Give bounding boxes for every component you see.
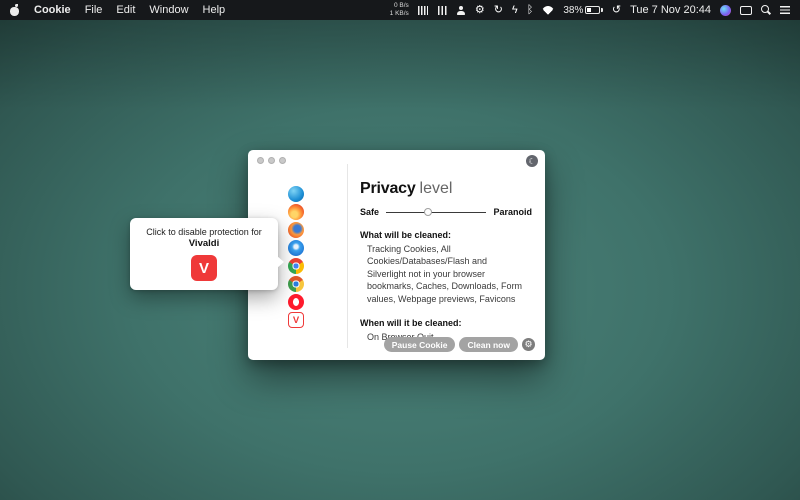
slider-label-paranoid: Paranoid xyxy=(493,207,532,217)
battery-percent: 38% xyxy=(563,5,583,16)
slider-thumb[interactable] xyxy=(424,208,432,216)
battery-indicator[interactable]: 38% xyxy=(563,5,603,16)
user-account-icon[interactable] xyxy=(457,6,466,15)
cleaned-heading: What will be cleaned: xyxy=(360,230,535,240)
gear-menu-icon[interactable]: ⚙ xyxy=(475,5,485,16)
sidebar-browser-chromium[interactable] xyxy=(288,276,304,292)
network-download: 1 KB/s xyxy=(390,10,409,18)
apple-menu-icon[interactable] xyxy=(10,5,20,16)
battery-icon xyxy=(585,6,600,14)
time-machine-icon[interactable]: ↺ xyxy=(612,5,621,16)
browser-sidebar: V xyxy=(288,186,304,328)
close-button[interactable] xyxy=(257,157,264,164)
siri-icon[interactable] xyxy=(720,5,731,16)
sidebar-browser-safari[interactable] xyxy=(288,240,304,256)
sidebar-browser-edge[interactable] xyxy=(288,186,304,202)
notification-center-icon[interactable] xyxy=(780,6,790,15)
cpu-graph-icon[interactable] xyxy=(418,6,428,15)
popover-text: Click to disable protection for xyxy=(138,227,270,237)
sidebar-browser-firefox-dev[interactable] xyxy=(288,204,304,220)
menu-bar-clock[interactable]: Tue 7 Nov 20:44 xyxy=(630,4,711,16)
page-title-light: level xyxy=(420,180,453,197)
menu-window[interactable]: Window xyxy=(149,4,188,16)
protection-popover: Click to disable protection for Vivaldi … xyxy=(130,218,278,290)
battery-nub xyxy=(601,8,603,12)
menu-file[interactable]: File xyxy=(85,4,103,16)
traffic-lights xyxy=(257,157,286,164)
menu-bar-status: 0 B/s 1 KB/s ⚙ ↻ ϟ ᛒ 38% ↺ Tue 7 Nov 20:… xyxy=(390,2,790,18)
network-speed-indicator[interactable]: 0 B/s 1 KB/s xyxy=(390,2,409,18)
slider-track[interactable] xyxy=(386,212,486,213)
menu-bar: Cookie File Edit Window Help 0 B/s 1 KB/… xyxy=(0,0,800,20)
sidebar-browser-opera[interactable] xyxy=(288,294,304,310)
spotlight-search-icon[interactable] xyxy=(761,5,771,15)
display-icon[interactable] xyxy=(740,6,752,15)
when-heading: When will it be cleaned: xyxy=(360,318,535,328)
settings-gear-button[interactable]: ⚙ xyxy=(522,338,535,351)
sidebar-browser-chrome[interactable] xyxy=(288,258,304,274)
page-title-bold: Privacy xyxy=(360,180,416,197)
battery-fill xyxy=(587,8,592,12)
vivaldi-icon: V xyxy=(191,255,217,281)
clean-now-button[interactable]: Clean now xyxy=(459,337,518,352)
zoom-button[interactable] xyxy=(279,157,286,164)
wifi-icon[interactable] xyxy=(542,6,554,15)
memory-graph-icon[interactable] xyxy=(437,6,448,15)
sidebar-divider xyxy=(347,164,348,348)
moon-toggle-button[interactable]: ☾ xyxy=(526,155,538,167)
sidebar-browser-firefox[interactable] xyxy=(288,222,304,238)
slider-label-safe: Safe xyxy=(360,207,379,217)
sync-icon[interactable]: ↻ xyxy=(494,5,503,16)
privacy-panel: Privacylevel Safe Paranoid What will be … xyxy=(360,180,535,352)
page-title: Privacylevel xyxy=(360,180,535,198)
desktop-background: Cookie File Edit Window Help 0 B/s 1 KB/… xyxy=(0,0,800,500)
menu-edit[interactable]: Edit xyxy=(116,4,135,16)
app-menu-title[interactable]: Cookie xyxy=(34,4,71,16)
cleaned-body: Tracking Cookies, All Cookies/Databases/… xyxy=(360,243,524,305)
popover-browser-name: Vivaldi xyxy=(138,238,270,249)
bluetooth-icon[interactable]: ᛒ xyxy=(527,5,534,16)
network-upload: 0 B/s xyxy=(390,2,409,10)
minimize-button[interactable] xyxy=(268,157,275,164)
privacy-level-slider: Safe Paranoid xyxy=(360,207,532,217)
footer-buttons: Pause Cookie Clean now ⚙ xyxy=(384,337,535,352)
sidebar-browser-vivaldi-selected[interactable]: V xyxy=(288,312,304,328)
power-lightning-icon[interactable]: ϟ xyxy=(512,5,518,16)
menu-help[interactable]: Help xyxy=(203,4,226,16)
menu-bar-left: Cookie File Edit Window Help xyxy=(10,4,225,16)
pause-cookie-button[interactable]: Pause Cookie xyxy=(384,337,456,352)
cookie-window: ☾ V Privacylevel Safe Paranoid What will… xyxy=(248,150,545,360)
